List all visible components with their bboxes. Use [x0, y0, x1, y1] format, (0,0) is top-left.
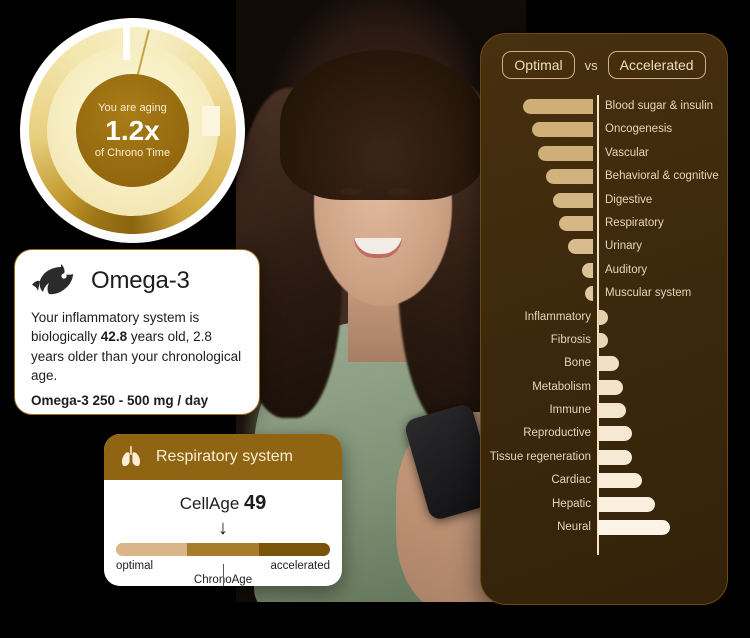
- gauge-center: You are aging 1.2x of Chrono Time: [76, 74, 189, 187]
- gauge-sub-label: of Chrono Time: [94, 147, 171, 160]
- lungs-icon: [122, 446, 140, 466]
- chart-bar-label: Neural: [557, 521, 591, 534]
- chart-bar-label: Urinary: [605, 240, 643, 253]
- omega3-card[interactable]: Omega-3 Your inflammatory system is biol…: [14, 249, 260, 415]
- toggle-optimal[interactable]: Optimal: [502, 51, 575, 79]
- scale-label-optimal: optimal: [116, 560, 154, 572]
- chart-bar: [598, 403, 626, 419]
- cellage-arrow-icon: ↓: [218, 517, 228, 539]
- chart-bar: [598, 309, 608, 325]
- chart-row: Tissue regeneration: [481, 446, 727, 469]
- aging-rate-gauge: You are aging 1.2x of Chrono Time: [20, 18, 245, 243]
- chart-bar-label: Hepatic: [552, 497, 591, 510]
- chart-bar-label: Auditory: [605, 263, 648, 276]
- chart-bar: [598, 449, 632, 465]
- chart-bar: [598, 426, 632, 442]
- chart-row: Blood sugar & insulin: [481, 95, 727, 118]
- comparison-toggle: Optimal vs Accelerated: [481, 51, 727, 79]
- chart-row: Vascular: [481, 142, 727, 165]
- chart-bar: [582, 262, 593, 278]
- chart-row: Fibrosis: [481, 329, 727, 352]
- chart-bar-label: Immune: [549, 404, 591, 417]
- screenshot-root: You are aging 1.2x of Chrono Time Omega-…: [0, 0, 750, 638]
- gauge-top-label: You are aging: [98, 101, 167, 114]
- chart-bar: [598, 496, 656, 512]
- respiratory-scale-bar: [116, 543, 330, 556]
- gauge-gap: [123, 24, 130, 60]
- chart-bar: [598, 473, 643, 489]
- chart-bar: [546, 169, 593, 185]
- chart-bar: [567, 239, 593, 255]
- chart-row: Oncogenesis: [481, 118, 727, 141]
- respiratory-card-body: CellAge 49 ↓ optimal accelerated ChronoA…: [104, 480, 342, 586]
- chart-row: Immune: [481, 399, 727, 422]
- chart-row: Inflammatory: [481, 306, 727, 329]
- chart-row: Hepatic: [481, 493, 727, 516]
- cellage-value: 49: [244, 492, 267, 514]
- chart-row: Cardiac: [481, 469, 727, 492]
- scale-label-accelerated: accelerated: [270, 560, 330, 572]
- chart-bar-label: Oncogenesis: [605, 123, 673, 136]
- chart-row: Reproductive: [481, 422, 727, 445]
- respiratory-title: Respiratory system: [156, 448, 293, 465]
- chart-row: Digestive: [481, 189, 727, 212]
- omega3-card-header: Omega-3: [31, 264, 243, 298]
- chart-bar: [584, 286, 593, 302]
- respiratory-system-card[interactable]: Respiratory system CellAge 49 ↓ optimal …: [104, 434, 342, 586]
- chart-bar-label: Metabolism: [532, 380, 591, 393]
- chart-row: Muscular system: [481, 282, 727, 305]
- chart-bar-label: Blood sugar & insulin: [605, 100, 714, 112]
- scale-zone-accelerated: [258, 543, 330, 556]
- omega3-description: Your inflammatory system is biologically…: [31, 308, 243, 385]
- chart-bar-label: Tissue regeneration: [489, 450, 591, 463]
- toggle-accelerated[interactable]: Accelerated: [607, 51, 706, 79]
- chart-bar: [552, 192, 593, 208]
- chart-bar: [537, 145, 593, 161]
- chart-bar: [523, 99, 593, 114]
- chart-bar-label: Muscular system: [605, 287, 692, 300]
- omega3-bio-age: 42.8: [100, 329, 128, 345]
- cellage-label: CellAge: [179, 494, 240, 513]
- chart-row: Auditory: [481, 259, 727, 282]
- gauge-notch: [202, 106, 220, 136]
- chart-row: Bone: [481, 352, 727, 375]
- scale-zone-middle: [187, 543, 259, 556]
- gauge-value: 1.2x: [105, 114, 160, 146]
- cellage-row: CellAge 49: [116, 492, 330, 515]
- chart-bar-label: Behavioral & cognitive: [605, 170, 719, 183]
- chart-row: Metabolism: [481, 376, 727, 399]
- chart-bar-label: Reproductive: [523, 427, 591, 440]
- chart-bar: [531, 122, 593, 138]
- omega3-dose: Omega-3 250 - 500 mg / day: [31, 393, 209, 409]
- toggle-vs-label: vs: [584, 57, 598, 73]
- chart-bar-label: Bone: [564, 357, 591, 370]
- omega3-title: Omega-3: [91, 267, 190, 294]
- chart-bar: [598, 356, 620, 372]
- chart-row: Behavioral & cognitive: [481, 165, 727, 188]
- chart-bar-label: Fibrosis: [550, 333, 591, 346]
- chart-row: Respiratory: [481, 212, 727, 235]
- systems-comparison-panel: Optimal vs Accelerated Blood sugar & ins…: [480, 33, 728, 605]
- chart-bar-label: Vascular: [605, 146, 649, 159]
- chart-bar-label: Respiratory: [605, 216, 664, 229]
- chronoage-tick: [223, 564, 224, 586]
- chart-bar-label: Cardiac: [551, 474, 591, 487]
- chart-bar: [598, 379, 624, 395]
- fish-icon: [32, 264, 73, 295]
- diverging-bar-chart: Blood sugar & insulin Oncogenesis Vascular…: [481, 95, 727, 555]
- chart-bar-label: Digestive: [605, 193, 653, 206]
- chart-bar-label: Inflammatory: [524, 310, 591, 323]
- respiratory-card-header: Respiratory system: [104, 434, 342, 480]
- chart-row: Neural: [481, 516, 727, 539]
- scale-zone-optimal: [116, 543, 188, 556]
- chart-bar: [598, 520, 670, 536]
- chart-bar: [598, 332, 608, 348]
- chart-bar: [559, 215, 593, 231]
- chart-row: Urinary: [481, 235, 727, 258]
